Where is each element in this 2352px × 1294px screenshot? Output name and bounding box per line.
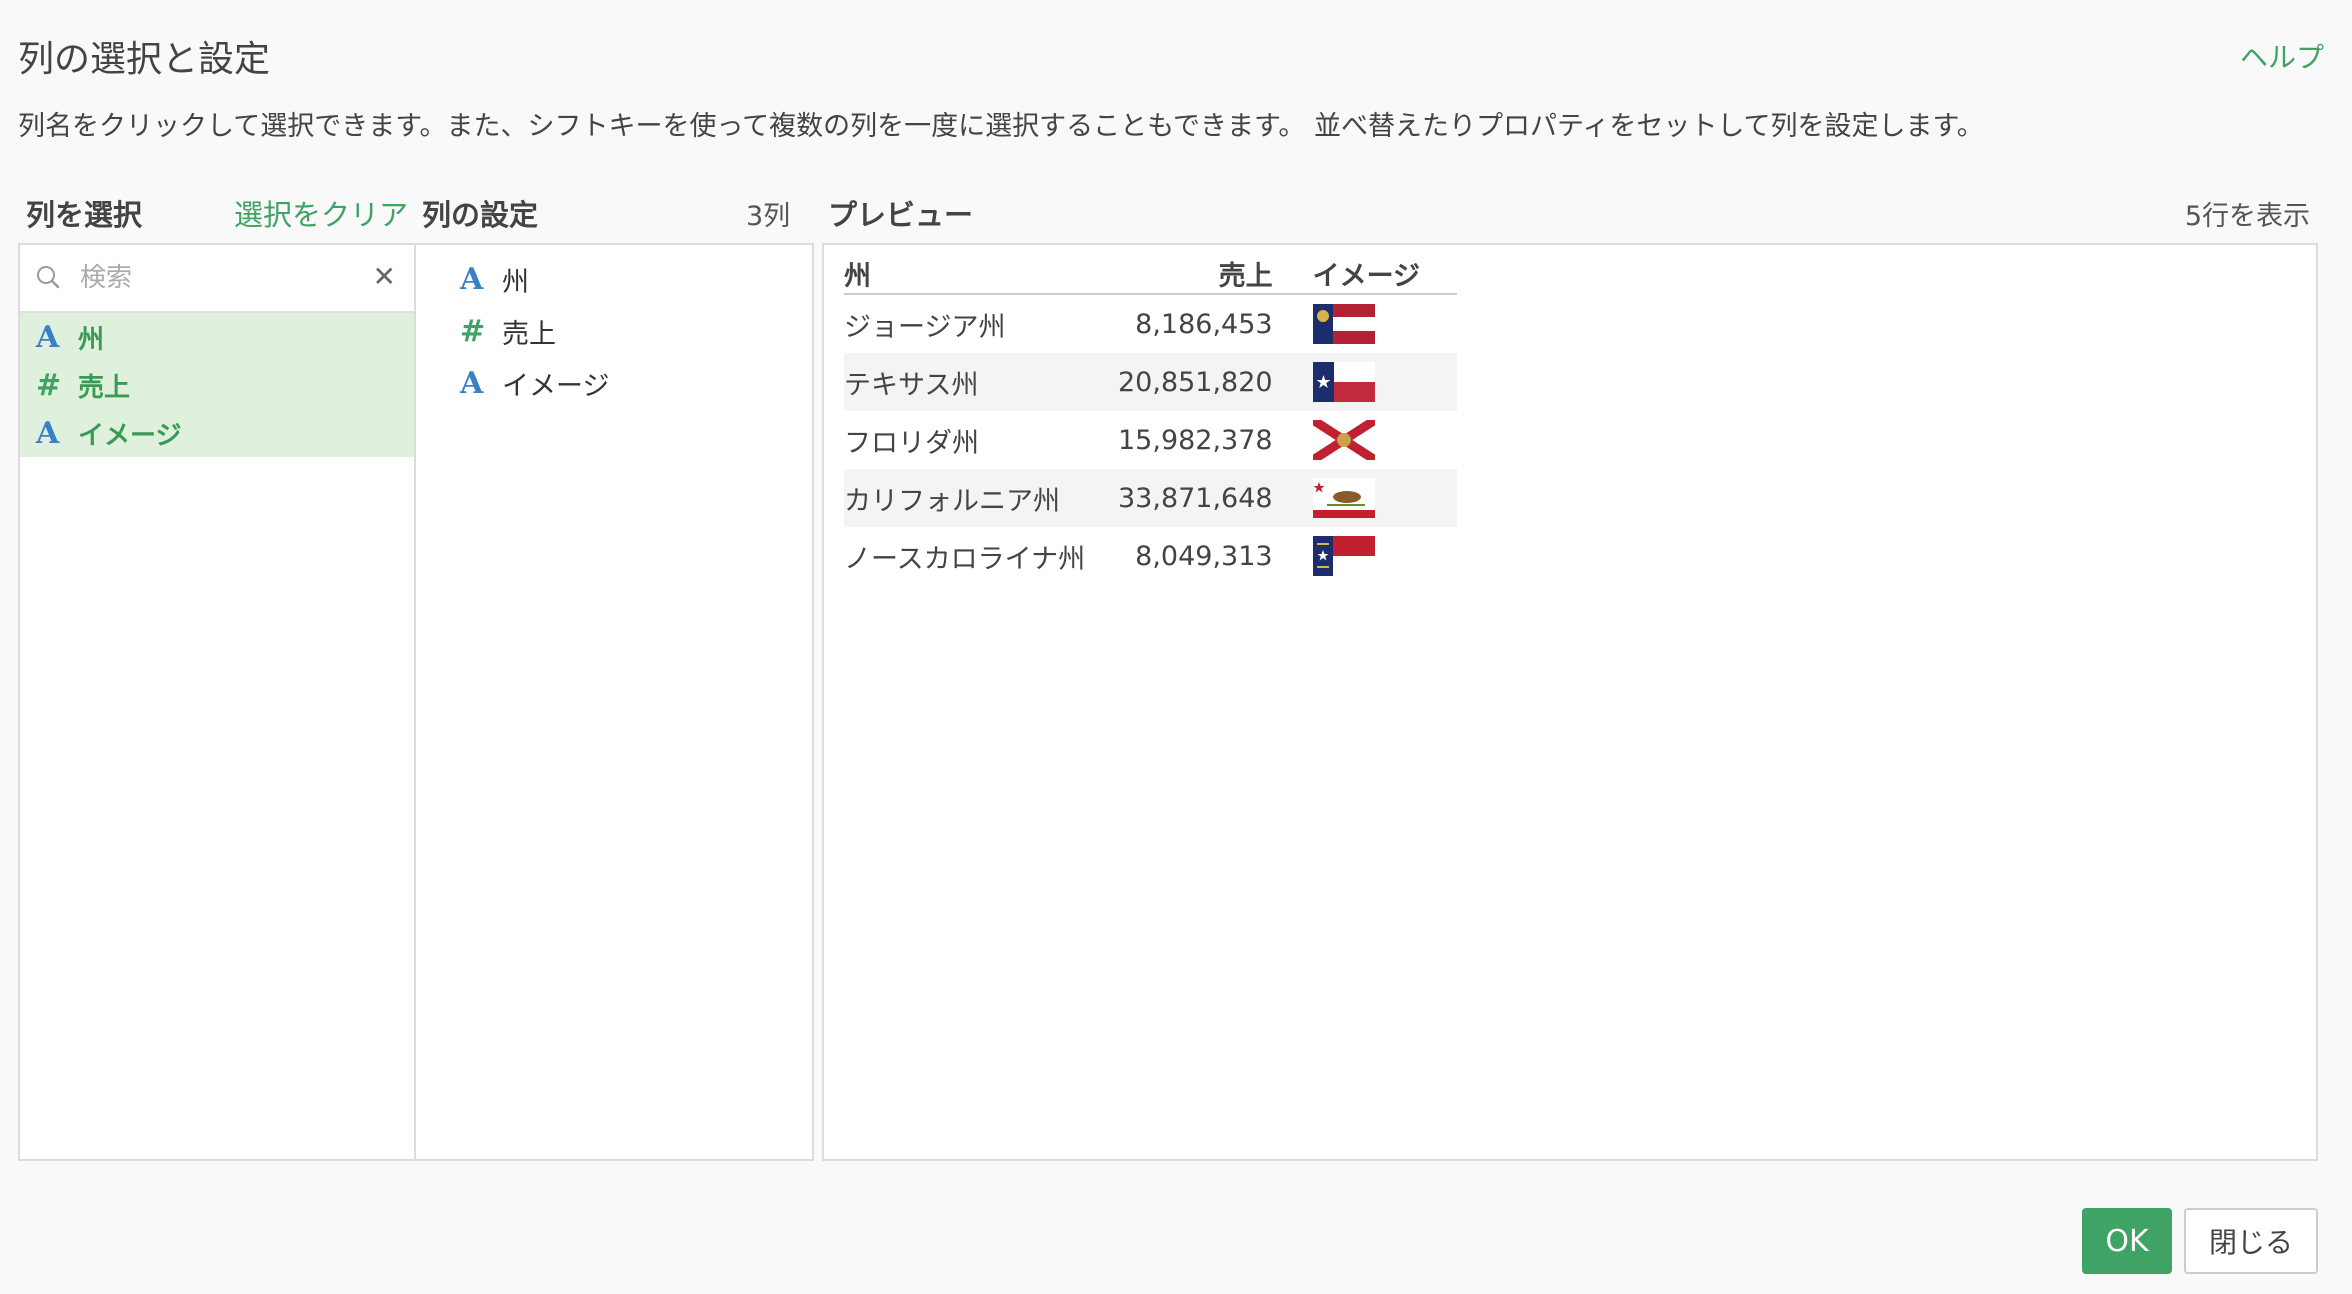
ok-button[interactable]: OK <box>2082 1208 2172 1274</box>
table-row: ジョージア州 8,186,453 <box>844 294 1457 353</box>
image-cell <box>1312 411 1457 469</box>
setting-item-state[interactable]: A 州 <box>416 253 812 305</box>
text-type-icon: A <box>36 319 60 355</box>
text-type-icon: A <box>460 261 484 297</box>
sales-cell: 8,186,453 <box>1135 308 1273 340</box>
dialog-title: 列の選択と設定 <box>18 39 271 80</box>
north-carolina-flag-icon <box>1312 536 1375 576</box>
setting-item-label: イメージ <box>502 370 610 402</box>
table-header-row: 州 売上 イメージ <box>844 253 1457 295</box>
setting-item-sales[interactable]: # 売上 <box>416 305 812 357</box>
text-type-icon: A <box>36 415 60 451</box>
state-cell: フロリダ州 <box>844 427 979 459</box>
setting-item-label: 州 <box>502 266 529 298</box>
select-columns-panel: ✕ A 州 # 売上 A イメージ <box>18 243 416 1161</box>
preview-panel: 州 売上 イメージ ジョージア州 8,186,453 テキサス州 20,851,… <box>822 243 2318 1161</box>
help-link[interactable]: ヘルプ <box>2240 36 2324 76</box>
image-cell <box>1312 469 1457 527</box>
preview-label: プレビュー <box>828 198 974 232</box>
column-header-state: 州 <box>844 253 1118 295</box>
table-row: テキサス州 20,851,820 <box>844 353 1457 411</box>
column-settings-panel: A 州 # 売上 A イメージ <box>414 243 814 1161</box>
table-row: フロリダ州 15,982,378 <box>844 411 1457 469</box>
search-input[interactable] <box>78 257 352 299</box>
sales-cell: 8,049,313 <box>1135 540 1273 572</box>
california-flag-icon <box>1312 478 1375 518</box>
column-settings-label: 列の設定 <box>422 198 539 232</box>
search-box: ✕ <box>20 245 414 313</box>
sales-cell: 20,851,820 <box>1118 353 1313 411</box>
georgia-flag-icon <box>1312 304 1375 344</box>
rows-info: 5行を表示 <box>2184 201 2310 232</box>
texas-flag-icon <box>1312 362 1375 402</box>
table-row: ノースカロライナ州 8,049,313 <box>844 527 1457 585</box>
dialog-description: 列名をクリックして選択できます。また、シフトキーを使って複数の列を一度に選択する… <box>18 111 1984 142</box>
state-cell: ジョージア州 <box>844 311 1006 343</box>
column-item-label: 売上 <box>78 372 131 403</box>
state-cell: ノースカロライナ州 <box>844 543 1086 575</box>
column-item-sales[interactable]: # 売上 <box>20 361 414 409</box>
table-row: カリフォルニア州 33,871,648 <box>844 469 1457 527</box>
state-cell: テキサス州 <box>844 353 1118 411</box>
preview-table: 州 売上 イメージ ジョージア州 8,186,453 テキサス州 20,851,… <box>844 253 1457 585</box>
text-type-icon: A <box>460 365 484 401</box>
sales-cell: 33,871,648 <box>1118 469 1313 527</box>
column-header-image: イメージ <box>1312 253 1457 295</box>
setting-item-label: 売上 <box>502 318 556 350</box>
image-cell <box>1312 294 1457 353</box>
image-cell <box>1312 353 1457 411</box>
column-item-state[interactable]: A 州 <box>20 313 414 361</box>
image-cell <box>1312 527 1457 585</box>
column-item-label: イメージ <box>78 420 182 451</box>
florida-flag-icon <box>1312 420 1375 460</box>
clear-search-icon[interactable]: ✕ <box>373 263 396 291</box>
select-columns-label: 列を選択 <box>26 198 143 232</box>
clear-selection-link[interactable]: 選択をクリア <box>234 192 408 234</box>
setting-item-image[interactable]: A イメージ <box>416 357 812 409</box>
state-cell: カリフォルニア州 <box>844 469 1118 527</box>
number-type-icon: # <box>460 313 486 349</box>
number-type-icon: # <box>36 367 62 403</box>
sales-cell: 15,982,378 <box>1118 424 1273 456</box>
column-header-sales: 売上 <box>1118 253 1313 295</box>
search-icon <box>37 266 60 289</box>
column-count: 3列 <box>746 201 791 232</box>
column-item-label: 州 <box>78 324 105 355</box>
column-item-image[interactable]: A イメージ <box>20 409 414 457</box>
close-button[interactable]: 閉じる <box>2184 1208 2318 1274</box>
